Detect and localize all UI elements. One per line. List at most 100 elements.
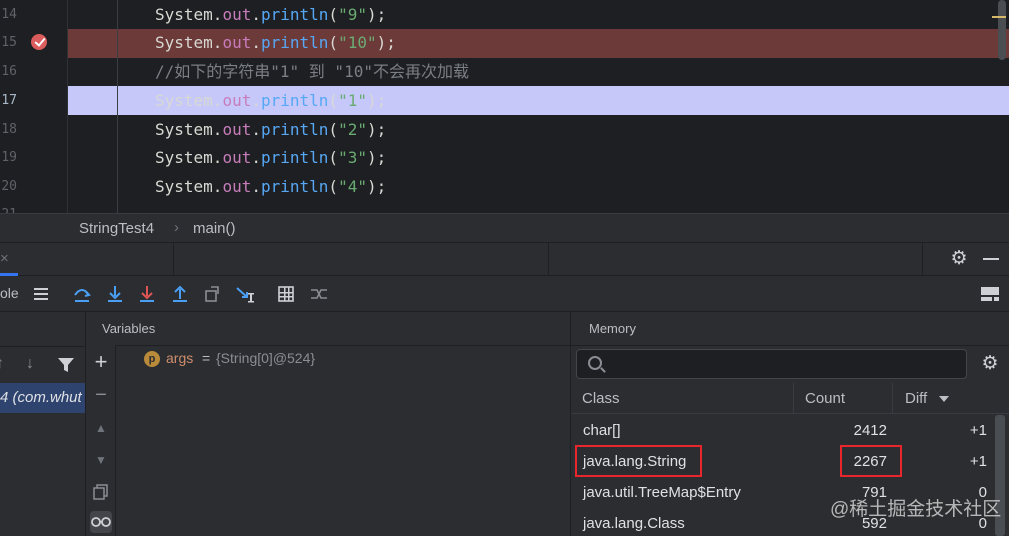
- code-token: );: [366, 177, 387, 196]
- code-line[interactable]: System.out.println("2");: [155, 116, 386, 144]
- code-token: println: [260, 120, 329, 139]
- code-comment-line[interactable]: //如下的字符串"1" 到 "10"不会再次加载: [155, 58, 469, 86]
- add-watch-icon[interactable]: +: [90, 351, 112, 373]
- remove-watch-icon[interactable]: −: [90, 384, 112, 406]
- code-line[interactable]: System.out.println("9");: [155, 1, 386, 29]
- instance-diff: +1: [969, 453, 987, 470]
- code-token: (: [328, 120, 339, 139]
- sort-descending-icon[interactable]: [939, 396, 949, 402]
- evaluate-expression-icon[interactable]: [275, 283, 297, 305]
- table-row[interactable]: char[] 2412 +1: [571, 415, 995, 446]
- code-token: out: [222, 5, 252, 24]
- column-header-diff[interactable]: Diff: [905, 390, 927, 407]
- variables-side-toolbar: + − ▲ ▼: [86, 345, 116, 536]
- drop-frame-icon[interactable]: [201, 283, 223, 305]
- code-token: .: [251, 5, 261, 24]
- code-line[interactable]: System.out.println("3");: [155, 144, 386, 172]
- move-up-icon[interactable]: ▲: [90, 417, 112, 439]
- breakpoint-icon[interactable]: [31, 34, 47, 50]
- debugger-toolbar: ole: [0, 276, 1009, 312]
- show-execution-point-icon[interactable]: [30, 283, 52, 305]
- frames-header-divider: [0, 346, 85, 347]
- debug-tab-slot: [174, 243, 549, 276]
- watermark: @稀土掘金技术社区: [830, 499, 1002, 520]
- line-number: 20: [1, 179, 17, 194]
- code-token: System.: [155, 148, 223, 167]
- editor-scrollbar[interactable]: [998, 0, 1006, 60]
- variable-value[interactable]: {String[0]@524}: [216, 350, 315, 366]
- memory-settings-gear-icon[interactable]: ⚙: [979, 353, 1001, 375]
- up-arrow-icon[interactable]: ↑: [0, 355, 4, 373]
- code-line[interactable]: System.out.println("10");: [155, 29, 396, 57]
- variable-equals: =: [202, 350, 211, 366]
- class-name: java.lang.Class: [583, 515, 685, 532]
- code-token: println: [260, 33, 329, 52]
- frame-label[interactable]: 4 (com.whut: [0, 389, 82, 406]
- code-editor[interactable]: 14 15 16 17 18 19 20 21 System.out.print…: [0, 0, 1009, 213]
- memory-header-divider: [571, 345, 1009, 346]
- variable-name[interactable]: args: [166, 350, 193, 366]
- code-token: .: [251, 148, 261, 167]
- move-down-icon[interactable]: ▼: [90, 449, 112, 471]
- code-token: println: [260, 177, 329, 196]
- layout-settings-icon[interactable]: [980, 285, 1000, 303]
- debug-session-tab[interactable]: [0, 243, 174, 276]
- show-watches-icon[interactable]: [90, 511, 112, 533]
- code-token: );: [366, 91, 387, 110]
- search-icon: [588, 356, 602, 370]
- breadcrumb: StringTest4 › main(): [0, 213, 1009, 242]
- code-token: System.: [155, 91, 223, 110]
- code-token: out: [222, 177, 252, 196]
- down-arrow-icon[interactable]: ↓: [26, 355, 34, 373]
- code-token: (: [328, 148, 339, 167]
- step-over-icon[interactable]: [71, 283, 93, 305]
- console-tab[interactable]: ole: [0, 285, 19, 301]
- filter-icon[interactable]: [57, 355, 75, 379]
- run-to-cursor-icon[interactable]: [234, 283, 256, 305]
- code-line[interactable]: System.out.println("1");: [155, 87, 386, 115]
- step-out-icon[interactable]: [169, 283, 191, 305]
- column-header-count[interactable]: Count: [805, 390, 845, 407]
- code-token: "2": [338, 120, 367, 139]
- code-token: "1": [338, 91, 367, 110]
- trace-current-stream-icon[interactable]: [308, 283, 330, 305]
- code-line[interactable]: System.out.println("4");: [155, 173, 386, 201]
- memory-title: Memory: [589, 321, 636, 336]
- step-into-icon[interactable]: [104, 283, 126, 305]
- settings-gear-icon[interactable]: ⚙: [949, 249, 969, 269]
- column-divider[interactable]: [793, 383, 794, 414]
- debug-tab-slot: [549, 243, 923, 276]
- code-token: );: [366, 5, 387, 24]
- annotation-highlight-count: [840, 445, 902, 477]
- breadcrumb-method[interactable]: main(): [193, 220, 236, 237]
- code-token: println: [260, 148, 329, 167]
- code-token: out: [222, 91, 252, 110]
- code-token: .: [251, 91, 261, 110]
- code-token: out: [222, 148, 252, 167]
- breadcrumb-file[interactable]: StringTest4: [79, 220, 154, 237]
- code-token: println: [260, 91, 329, 110]
- code-token: );: [366, 148, 387, 167]
- editor-warning-marker[interactable]: [992, 16, 1006, 18]
- column-header-class[interactable]: Class: [582, 390, 620, 407]
- code-token: .: [251, 177, 261, 196]
- code-token: out: [222, 120, 252, 139]
- line-number: 21: [0, 201, 17, 213]
- line-number: 17: [1, 93, 17, 108]
- variables-pane: Variables p args = {String[0]@524}: [86, 312, 571, 536]
- code-token: (: [328, 5, 339, 24]
- code-token: (: [328, 91, 339, 110]
- column-divider[interactable]: [892, 383, 893, 414]
- copy-icon[interactable]: [90, 481, 112, 503]
- memory-table-header: Class Count Diff: [571, 383, 1009, 414]
- code-token: System.: [155, 177, 223, 196]
- breadcrumb-separator: ›: [174, 219, 179, 236]
- code-token: );: [366, 120, 387, 139]
- indent-guide: [117, 0, 118, 213]
- minimize-icon[interactable]: [983, 258, 999, 260]
- code-token: System.: [155, 5, 223, 24]
- code-token: "3": [338, 148, 367, 167]
- force-step-into-icon[interactable]: [136, 283, 158, 305]
- memory-search-input[interactable]: [576, 349, 967, 379]
- frames-pane: ↑ ↓ 4 (com.whut: [0, 312, 86, 536]
